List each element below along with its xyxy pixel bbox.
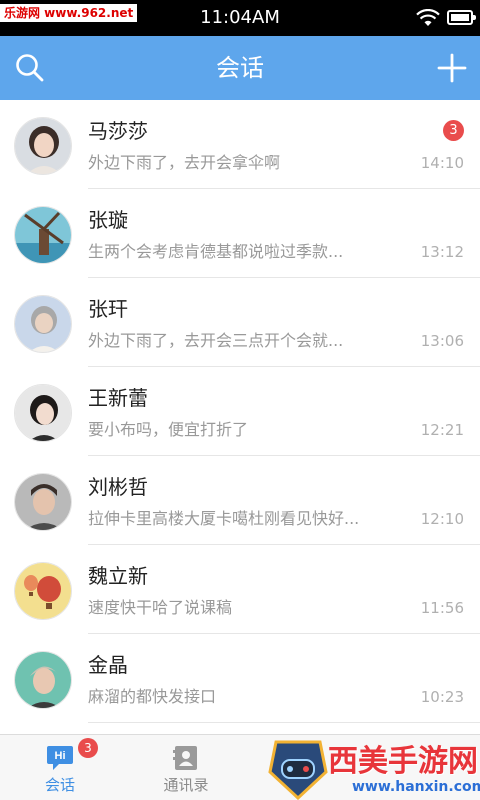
conversation-item[interactable]: 王新蕾 要小布吗，便宜打折了 12:21 <box>0 367 480 456</box>
message-preview: 速度快干哈了说课稿 <box>88 598 233 617</box>
message-time: 12:21 <box>420 421 464 439</box>
message-time: 13:06 <box>420 332 464 350</box>
contact-name: 魏立新 <box>88 564 148 588</box>
message-preview: 外边下雨了，去开会拿伞啊 <box>88 153 281 172</box>
message-preview: 拉伸卡里高楼大厦卡噶杜刚看见快好... <box>88 509 360 528</box>
status-time: 11:04AM <box>200 7 280 28</box>
conversation-item[interactable]: 马莎莎 外边下雨了，去开会拿伞啊 3 14:10 <box>0 100 480 189</box>
message-preview: 外边下雨了，去开会三点开个会就... <box>88 331 344 350</box>
avatar <box>14 473 72 531</box>
app-header: 会话 <box>0 36 480 100</box>
watermark-url: www.hanxin.com <box>352 779 480 795</box>
contact-name: 张玕 <box>88 297 128 321</box>
message-time: 13:12 <box>420 243 464 261</box>
page-title: 会话 <box>216 54 264 82</box>
status-bar: 乐游网 www.962.net 11:04AM <box>0 0 480 36</box>
avatar <box>14 562 72 620</box>
message-preview: 麻溜的都快发接口 <box>88 687 217 706</box>
conversation-item[interactable]: 张玕 外边下雨了，去开会三点开个会就... 13:06 <box>0 278 480 367</box>
avatar <box>14 384 72 442</box>
message-preview: 要小布吗，便宜打折了 <box>88 420 249 439</box>
avatar <box>14 651 72 709</box>
chat-icon: Hi <box>47 746 73 770</box>
message-time: 10:23 <box>420 688 464 706</box>
contact-name: 刘彬哲 <box>88 475 148 499</box>
conversation-item[interactable]: 魏立新 速度快干哈了说课稿 11:56 <box>0 545 480 634</box>
contact-name: 马莎莎 <box>88 119 148 143</box>
message-time: 12:10 <box>420 510 464 528</box>
tab-badge: 3 <box>78 738 98 758</box>
conversation-list: 马莎莎 外边下雨了，去开会拿伞啊 3 14:10 张璇 生两个会考虑肯德基都说啦… <box>0 100 480 734</box>
battery-icon <box>447 10 476 25</box>
svg-text:Hi: Hi <box>55 750 66 762</box>
contact-name: 张璇 <box>88 208 128 232</box>
conversation-item[interactable]: 金晶 麻溜的都快发接口 10:23 <box>0 634 480 723</box>
contact-name: 王新蕾 <box>88 386 148 410</box>
unread-badge: 3 <box>443 120 464 141</box>
conversation-item[interactable]: 刘彬哲 拉伸卡里高楼大厦卡噶杜刚看见快好... 12:10 <box>0 456 480 545</box>
message-time: 11:56 <box>420 599 464 617</box>
message-time: 14:10 <box>420 154 464 172</box>
tab-label: 通讯录 <box>163 776 209 794</box>
wifi-icon <box>416 9 440 26</box>
add-icon[interactable] <box>434 50 470 86</box>
divider <box>88 722 480 723</box>
avatar <box>14 206 72 264</box>
tab-chats[interactable]: Hi 3 会话 <box>0 735 120 800</box>
contact-name: 金晶 <box>88 653 128 677</box>
message-preview: 生两个会考虑肯德基都说啦过季款... <box>88 242 344 261</box>
contacts-icon <box>173 746 197 770</box>
avatar <box>14 295 72 353</box>
watermark-brand: 西美手游网 <box>328 744 478 779</box>
conversation-item[interactable]: 张璇 生两个会考虑肯德基都说啦过季款... 13:12 <box>0 189 480 278</box>
tab-label: 会话 <box>44 776 75 794</box>
tab-contacts[interactable]: 通讯录 <box>126 735 246 800</box>
avatar <box>14 117 72 175</box>
